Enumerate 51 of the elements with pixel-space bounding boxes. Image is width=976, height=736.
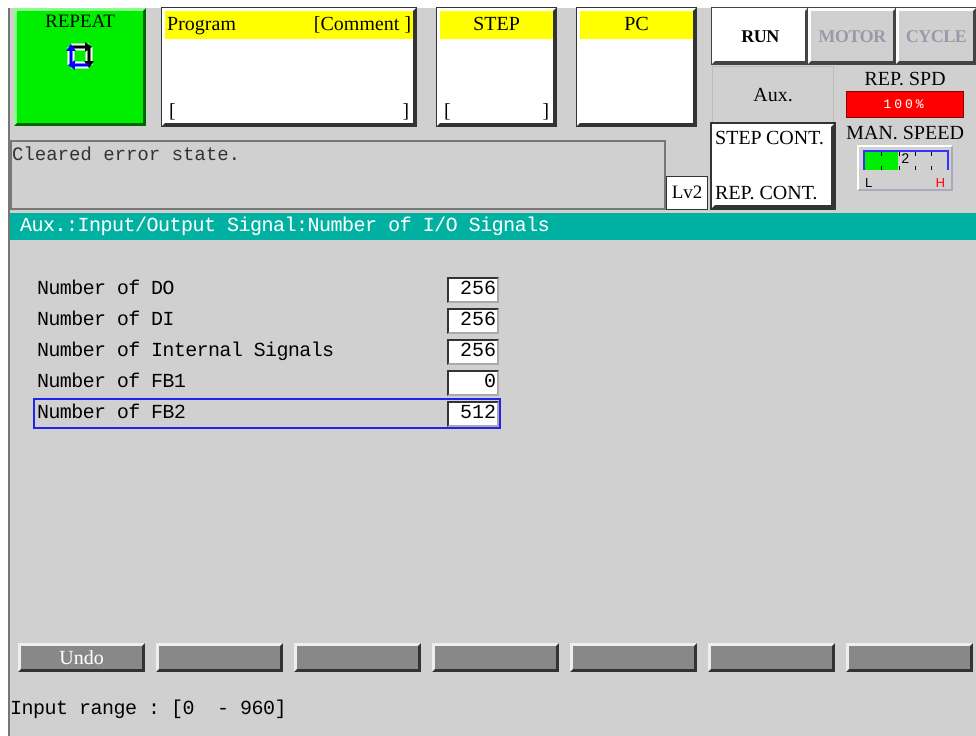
setting-row[interactable]: Number of Internal Signals 256	[33, 336, 501, 367]
bracket: [	[169, 100, 176, 123]
soft-key[interactable]	[570, 643, 697, 672]
setting-row[interactable]: Number of DO 256	[33, 274, 501, 305]
rep-speed-label: REP. SPD	[864, 68, 946, 91]
value-field[interactable]: 512	[447, 400, 499, 426]
level-badge: Lv2	[666, 176, 708, 210]
repeat-mode-tile[interactable]: REPEAT	[14, 8, 146, 126]
setting-label: Number of Internal Signals	[37, 340, 334, 363]
rep-speed-reading: 100%	[846, 91, 964, 118]
cont-label: STEP CONT.	[715, 127, 825, 150]
high-label: H	[936, 176, 945, 189]
program-tile[interactable]: Program [Comment ] [ ]	[162, 8, 416, 126]
bracket: ]	[402, 100, 409, 123]
setting-row[interactable]: Number of FB2 512	[33, 398, 501, 429]
soft-key[interactable]	[156, 643, 283, 672]
low-label: L	[865, 176, 872, 189]
value-field[interactable]: 0	[447, 370, 499, 396]
setting-row[interactable]: Number of FB1 0	[33, 367, 501, 398]
status-button[interactable]: RUN	[712, 8, 808, 64]
bracket: [	[444, 100, 451, 123]
setting-row[interactable]: Number of DI 256	[33, 305, 501, 336]
man-speed-label: MAN. SPEED	[846, 122, 964, 145]
value-field[interactable]: 256	[447, 276, 499, 302]
tile-title: PC	[624, 12, 649, 37]
message-box: Cleared error state.	[10, 140, 666, 210]
cont-panel[interactable]: STEP CONT. REP. CONT.	[712, 124, 834, 208]
setting-label: Number of DO	[37, 278, 174, 301]
setting-label: Number of FB1	[37, 371, 186, 394]
tile-title: Program	[167, 12, 236, 37]
bracket: ]	[542, 100, 549, 123]
comment-label: [Comment ]	[314, 12, 411, 37]
soft-key[interactable]	[708, 643, 835, 672]
cont-label: REP. CONT.	[715, 182, 818, 205]
soft-key[interactable]	[846, 643, 973, 672]
step-tile[interactable]: STEP [ ]	[437, 8, 556, 126]
soft-key[interactable]	[294, 643, 421, 672]
screen-title: Aux.:Input/Output Signal:Number of I/O Signals	[10, 213, 976, 240]
value-field[interactable]: 256	[447, 308, 499, 334]
tile-title: STEP	[473, 12, 520, 37]
mode-label: REPEAT	[45, 11, 115, 33]
pc-tile[interactable]: PC	[577, 8, 696, 126]
speed-reading: 2	[901, 150, 910, 166]
setting-label: Number of FB2	[37, 402, 186, 425]
aux-button[interactable]: Aux.	[712, 66, 834, 124]
soft-key[interactable]: Undo	[18, 643, 145, 672]
repeat-icon	[63, 39, 97, 73]
soft-key[interactable]	[432, 643, 559, 672]
status-text: Input range : [0 - 960]	[10, 698, 286, 721]
value-field[interactable]: 256	[447, 338, 499, 364]
setting-label: Number of DI	[37, 309, 174, 332]
